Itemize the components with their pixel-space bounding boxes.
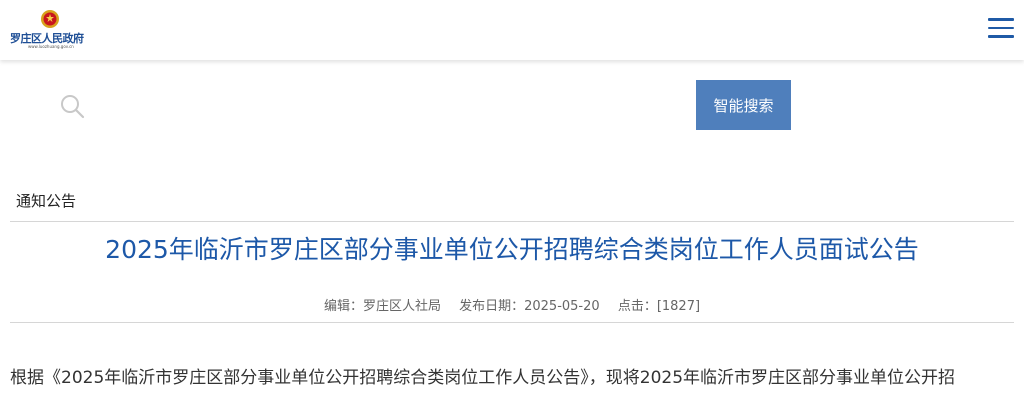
meta-date: 发布日期：2025-05-20 <box>459 299 600 314</box>
meta-clicks: 点击：[1827] <box>617 299 701 314</box>
search-input[interactable] <box>95 80 689 130</box>
search-icon <box>61 95 85 119</box>
article-title: 2025年临沂市罗庄区部分事业单位公开招聘综合类岗位工作人员面试公告 <box>105 235 919 264</box>
site-header: 罗庄区人民政府 www.luozhuang.gov.cn <box>0 0 1024 60</box>
meta-editor: 编辑：罗庄区人社局 <box>323 299 441 314</box>
breadcrumb-item-notices[interactable]: 通知公告 <box>16 190 76 211</box>
national-emblem-icon <box>41 10 59 28</box>
hamburger-menu-icon[interactable] <box>988 18 1014 40</box>
article-meta: 编辑：罗庄区人社局 发布日期：2025-05-20 点击：[1827] <box>0 295 1024 314</box>
site-logo[interactable]: 罗庄区人民政府 www.luozhuang.gov.cn <box>10 8 90 54</box>
search-bar: 智能搜索 <box>0 60 1024 180</box>
logo-url: www.luozhuang.gov.cn <box>28 44 74 49</box>
article-body: 根据《2025年临沂市罗庄区部分事业单位公开招聘综合类岗位工作人员公告》，现将2… <box>10 368 956 388</box>
smart-search-button[interactable]: 智能搜索 <box>696 80 791 130</box>
divider <box>10 322 1014 323</box>
breadcrumb: 通知公告 <box>10 182 1014 222</box>
